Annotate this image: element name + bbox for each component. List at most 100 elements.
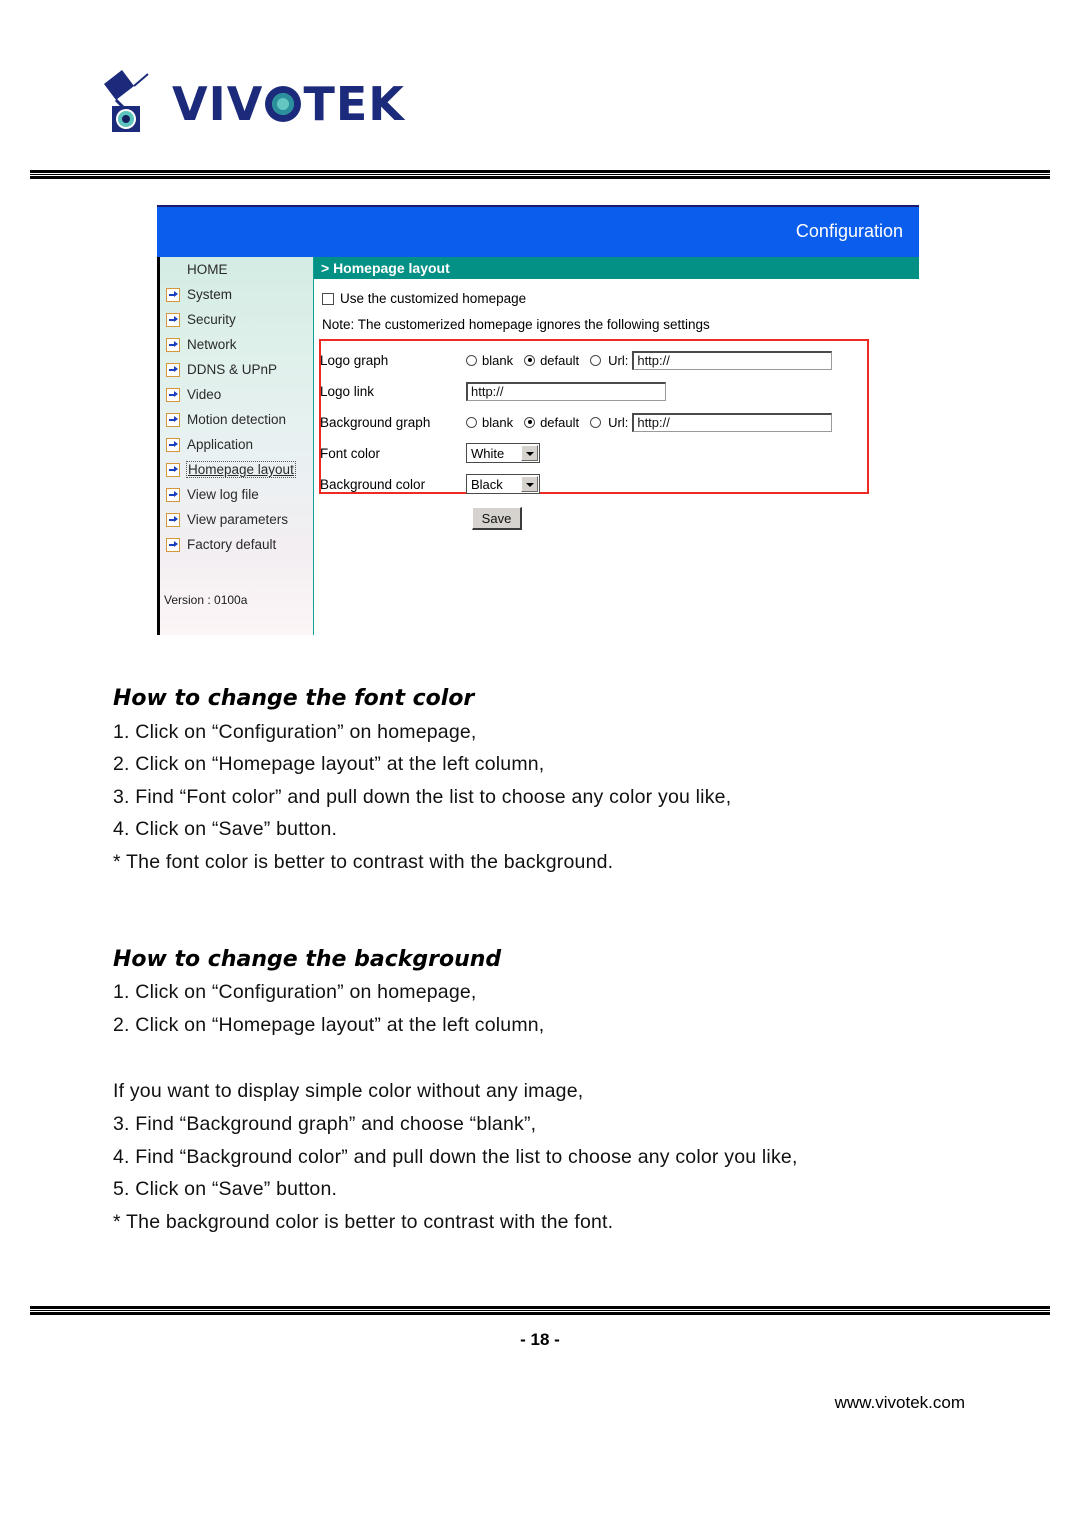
arrow-right-icon <box>166 537 180 552</box>
instruction-line: 3. Find “Font color” and pull down the l… <box>113 786 732 808</box>
radio-logo-graph-blank[interactable] <box>466 354 477 366</box>
instruction-line: 3. Find “Background graph” and choose “b… <box>113 1113 537 1135</box>
wordmark-o-lens: O <box>263 81 303 127</box>
wordmark-pre: VIV <box>172 77 264 131</box>
header-divider <box>30 170 1050 179</box>
field-font-color: Font color White <box>314 438 919 468</box>
logo-graph-url-input[interactable]: http:// <box>632 350 833 370</box>
sidebar-item-label: Video <box>187 387 222 402</box>
sidebar-item-view-log-file[interactable]: View log file <box>160 482 313 507</box>
radio-label-url: Url: <box>608 352 629 368</box>
wordmark-post: TEK <box>303 77 405 131</box>
sidebar-item-label: View log file <box>187 487 259 502</box>
background-color-select[interactable]: Black <box>466 474 540 494</box>
sidebar-item-label: Network <box>187 337 237 352</box>
instruction-line: 4. Click on “Save” button. <box>113 818 338 840</box>
sidebar-item-system[interactable]: System <box>160 282 313 307</box>
chevron-down-icon[interactable] <box>521 445 538 461</box>
sidebar-item-homepage-layout[interactable]: Homepage layout <box>160 457 313 482</box>
radio-label-default: default <box>540 414 580 430</box>
sidebar-item-label: Factory default <box>187 537 277 552</box>
sidebar-item-motion-detection[interactable]: Motion detection <box>160 407 313 432</box>
instruction-line: 2. Click on “Homepage layout” at the lef… <box>113 1014 545 1036</box>
brand-wordmark: VIVOTEK <box>172 81 405 127</box>
background-graph-radio-group[interactable]: blank default Url: <box>466 415 632 430</box>
config-sidebar: HOME System Security Network DDNS & UPnP… <box>157 257 314 635</box>
field-logo-link: Logo link http:// <box>314 376 919 406</box>
instruction-line: If you want to display simple color with… <box>113 1080 584 1102</box>
brand-logo: VIVOTEK <box>100 62 405 142</box>
sidebar-item-network[interactable]: Network <box>160 332 313 357</box>
radio-label-url: Url: <box>608 414 629 430</box>
arrow-right-icon <box>166 512 180 527</box>
font-color-select[interactable]: White <box>466 443 540 463</box>
radio-label-default: default <box>540 352 580 368</box>
field-label: Background color <box>320 476 426 492</box>
firmware-version-label: Version : 0100a <box>164 593 248 607</box>
field-label: Font color <box>320 445 381 461</box>
arrow-right-icon <box>166 462 180 477</box>
sidebar-item-label: Security <box>187 312 236 327</box>
radio-logo-graph-default[interactable] <box>524 354 536 366</box>
security-camera-icon <box>100 66 162 138</box>
field-label: Logo link <box>320 383 375 399</box>
field-background-graph: Background graph blank default Url: http… <box>314 407 919 437</box>
sidebar-item-video[interactable]: Video <box>160 382 313 407</box>
radio-background-graph-blank[interactable] <box>466 416 477 428</box>
sidebar-item-label: Application <box>187 437 254 452</box>
arrow-right-icon <box>166 287 180 302</box>
checkbox-icon[interactable] <box>322 292 334 305</box>
arrow-right-icon <box>166 387 180 402</box>
arrow-right-icon <box>166 437 180 452</box>
arrow-right-icon <box>166 312 180 327</box>
field-logo-graph: Logo graph blank default Url: http:// <box>314 345 919 375</box>
sidebar-item-label: View parameters <box>187 512 289 527</box>
logo-graph-radio-group[interactable]: blank default Url: <box>466 353 632 368</box>
sidebar-item-view-parameters[interactable]: View parameters <box>160 507 313 532</box>
field-background-color: Background color Black <box>314 469 919 499</box>
instruction-note: * The background color is better to cont… <box>113 1211 614 1233</box>
field-label: Logo graph <box>320 352 389 368</box>
instruction-line: 5. Click on “Save” button. <box>113 1178 338 1200</box>
logo-link-input[interactable]: http:// <box>466 381 666 401</box>
arrow-right-icon <box>166 337 180 352</box>
save-button[interactable]: Save <box>472 507 522 530</box>
sidebar-item-ddns-upnp[interactable]: DDNS & UPnP <box>160 357 313 382</box>
radio-logo-graph-url[interactable] <box>590 354 602 366</box>
sidebar-item-label: Motion detection <box>187 412 287 427</box>
instruction-note: * The font color is better to contrast w… <box>113 851 614 873</box>
instruction-line: 2. Click on “Homepage layout” at the lef… <box>113 753 545 775</box>
configuration-title: Configuration <box>795 221 903 241</box>
form-note: Note: The customerized homepage ignores … <box>322 317 710 332</box>
sidebar-item-label: HOME <box>187 262 228 277</box>
camera-config-screenshot: Configuration > Homepage layout HOME Sys… <box>157 205 919 635</box>
sidebar-item-factory-default[interactable]: Factory default <box>160 532 313 557</box>
page-number: - 18 - <box>520 1330 560 1349</box>
background-color-value: Black <box>471 476 503 492</box>
arrow-right-icon <box>166 362 180 377</box>
field-label: Background graph <box>320 414 431 430</box>
section-heading-background: How to change the background <box>113 947 502 972</box>
arrow-right-icon <box>166 487 180 502</box>
sidebar-item-label: Homepage layout <box>186 461 296 478</box>
config-window-header: Configuration <box>157 205 919 259</box>
use-customized-homepage-label: Use the customized homepage <box>340 291 527 306</box>
sidebar-item-home[interactable]: HOME <box>160 257 313 282</box>
sidebar-item-label: System <box>187 287 233 302</box>
use-customized-homepage-row[interactable]: Use the customized homepage <box>322 291 526 306</box>
background-graph-url-input[interactable]: http:// <box>632 412 833 432</box>
homepage-layout-form: Use the customized homepage Note: The cu… <box>314 279 919 635</box>
sidebar-item-application[interactable]: Application <box>160 432 313 457</box>
instruction-line: 1. Click on “Configuration” on homepage, <box>113 721 477 743</box>
instruction-line: 4. Find “Background color” and pull down… <box>113 1146 798 1168</box>
footer-divider <box>30 1306 1050 1315</box>
radio-background-graph-default[interactable] <box>524 416 536 428</box>
radio-background-graph-url[interactable] <box>590 416 602 428</box>
sidebar-item-security[interactable]: Security <box>160 307 313 332</box>
chevron-down-icon[interactable] <box>521 476 538 492</box>
breadcrumb-band: > Homepage layout <box>314 257 919 279</box>
website-url: www.vivotek.com <box>834 1393 965 1412</box>
section-heading-font-color: How to change the font color <box>113 686 475 711</box>
radio-label-blank: blank <box>482 414 514 430</box>
sidebar-item-label: DDNS & UPnP <box>187 362 278 377</box>
